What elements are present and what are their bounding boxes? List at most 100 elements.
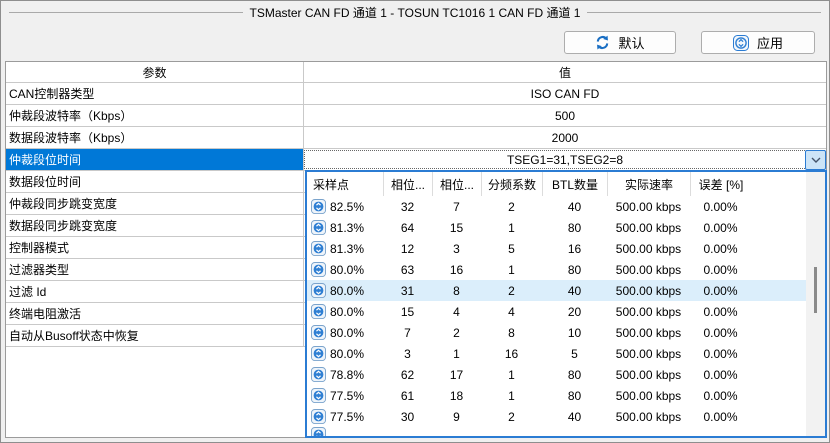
sample-point-value: 80.0% bbox=[330, 263, 364, 277]
apply-spinner-icon bbox=[733, 35, 749, 51]
param-value-cell[interactable]: TSEG1=31,TSEG2=8 bbox=[303, 149, 826, 170]
table-row[interactable]: CAN控制器类型 ISO CAN FD bbox=[6, 83, 826, 105]
apply-button-label: 应用 bbox=[757, 33, 783, 52]
phase2-cell: 17 bbox=[432, 368, 481, 382]
table-row[interactable]: 仲裁段波特率（Kbps） 500 bbox=[6, 105, 826, 127]
sample-point-value: 80.0% bbox=[330, 347, 364, 361]
btl-count-cell: 10 bbox=[542, 326, 607, 340]
dropdown-scrollbar-thumb[interactable] bbox=[814, 267, 817, 313]
chevron-down-icon bbox=[811, 157, 821, 163]
sample-point-cell: 80.0% bbox=[307, 262, 383, 277]
canfd-channel-settings-window: { "window": { "title": "TSMaster CAN FD … bbox=[0, 0, 830, 443]
param-name-cell[interactable]: 仲裁段波特率（Kbps） bbox=[6, 105, 303, 126]
param-name-cell[interactable]: CAN控制器类型 bbox=[6, 83, 303, 104]
param-name-cell[interactable]: 过滤器类型 bbox=[6, 259, 303, 280]
spinner-icon bbox=[311, 283, 326, 298]
dropdown-list-item[interactable]: 80.0% 15 4 4 20 500.00 kbps 0.00% bbox=[307, 301, 825, 322]
actual-rate-cell: 500.00 kbps bbox=[607, 284, 690, 298]
dropdown-column-header: 相位... bbox=[383, 172, 432, 196]
actual-rate-cell: 500.00 kbps bbox=[607, 410, 690, 424]
error-cell: 0.00% bbox=[690, 284, 751, 298]
phase1-cell: 61 bbox=[383, 389, 432, 403]
phase2-cell: 16 bbox=[432, 263, 481, 277]
dropdown-column-header: 分频系数 bbox=[481, 172, 542, 196]
table-row[interactable]: 仲裁段位时间 TSEG1=31,TSEG2=8 bbox=[6, 149, 826, 171]
dropdown-list-item[interactable]: 77.5% 61 18 1 80 500.00 kbps 0.00% bbox=[307, 385, 825, 406]
apply-button[interactable]: 应用 bbox=[701, 31, 815, 54]
phase2-cell: 3 bbox=[432, 242, 481, 256]
dropdown-list-item[interactable]: 78.8% 62 17 1 80 500.00 kbps 0.00% bbox=[307, 364, 825, 385]
param-value-text: 2000 bbox=[552, 131, 579, 145]
error-cell: 0.00% bbox=[690, 242, 751, 256]
phase1-cell: 32 bbox=[383, 200, 432, 214]
sample-point-value: 81.3% bbox=[330, 221, 364, 235]
actual-rate-cell: 500.00 kbps bbox=[607, 221, 690, 235]
param-name-cell[interactable]: 终端电阻激活 bbox=[6, 303, 303, 324]
prescaler-cell: 2 bbox=[481, 200, 542, 214]
spinner-icon bbox=[311, 304, 326, 319]
sample-point-value: 77.5% bbox=[330, 389, 364, 403]
param-name-cell[interactable]: 过滤 Id bbox=[6, 281, 303, 302]
sample-point-value: 81.3% bbox=[330, 242, 364, 256]
actual-rate-cell: 500.00 kbps bbox=[607, 347, 690, 361]
parameter-table-header: 参数 值 bbox=[6, 62, 826, 83]
param-value-cell[interactable]: ISO CAN FD bbox=[303, 83, 826, 104]
error-cell: 0.00% bbox=[690, 368, 751, 382]
phase2-cell: 2 bbox=[432, 326, 481, 340]
dropdown-list-item[interactable]: 80.0% 3 1 16 5 500.00 kbps 0.00% bbox=[307, 343, 825, 364]
dropdown-scrollbar[interactable] bbox=[806, 172, 825, 436]
sample-point-value: 77.5% bbox=[330, 410, 364, 424]
btl-count-cell: 80 bbox=[542, 368, 607, 382]
dropdown-header-row: 采样点 相位... 相位... 分频系数 BTL数量 实际速率 误差 [%] bbox=[307, 172, 825, 196]
combo-dropdown-button[interactable] bbox=[805, 150, 826, 170]
spinner-icon bbox=[311, 409, 326, 424]
spinner-icon bbox=[311, 220, 326, 235]
dropdown-column-header: BTL数量 bbox=[542, 172, 607, 196]
dropdown-list-item[interactable]: 77.5% 30 9 2 40 500.00 kbps 0.00% bbox=[307, 406, 825, 427]
prescaler-cell: 16 bbox=[481, 347, 542, 361]
param-name-cell[interactable]: 自动从Busoff状态中恢复 bbox=[6, 325, 303, 346]
phase1-cell: 31 bbox=[383, 284, 432, 298]
dropdown-list-item[interactable]: 80.0% 7 2 8 10 500.00 kbps 0.00% bbox=[307, 322, 825, 343]
btl-count-cell: 40 bbox=[542, 284, 607, 298]
sample-point-value: 78.8% bbox=[330, 368, 364, 382]
spinner-icon bbox=[311, 367, 326, 382]
param-value-cell[interactable]: 2000 bbox=[303, 127, 826, 148]
sample-point-value: 80.0% bbox=[330, 326, 364, 340]
title-rule-left bbox=[9, 12, 243, 13]
dropdown-list-item[interactable]: 82.5% 32 7 2 40 500.00 kbps 0.00% bbox=[307, 196, 825, 217]
param-name-cell[interactable]: 仲裁段同步跳变宽度 bbox=[6, 193, 303, 214]
spinner-icon bbox=[311, 388, 326, 403]
dropdown-column-header: 实际速率 bbox=[607, 172, 690, 196]
btl-count-cell: 80 bbox=[542, 221, 607, 235]
param-name-cell[interactable]: 数据段位时间 bbox=[6, 171, 303, 192]
param-value-text: ISO CAN FD bbox=[531, 87, 600, 101]
table-row[interactable]: 数据段波特率（Kbps） 2000 bbox=[6, 127, 826, 149]
btl-count-cell: 40 bbox=[542, 200, 607, 214]
btl-count-cell: 40 bbox=[542, 410, 607, 424]
param-name-cell[interactable]: 数据段波特率（Kbps） bbox=[6, 127, 303, 148]
title-rule-right bbox=[587, 12, 821, 13]
value-column-header: 值 bbox=[303, 62, 826, 82]
prescaler-cell: 4 bbox=[481, 305, 542, 319]
phase2-cell: 1 bbox=[432, 347, 481, 361]
param-name-cell[interactable]: 控制器模式 bbox=[6, 237, 303, 258]
error-cell: 0.00% bbox=[690, 389, 751, 403]
dropdown-row-partial[interactable] bbox=[307, 427, 825, 438]
dropdown-list-item[interactable]: 81.3% 12 3 5 16 500.00 kbps 0.00% bbox=[307, 238, 825, 259]
dropdown-list-item[interactable]: 81.3% 64 15 1 80 500.00 kbps 0.00% bbox=[307, 217, 825, 238]
param-value-cell[interactable]: 500 bbox=[303, 105, 826, 126]
dropdown-list-item[interactable]: 80.0% 31 8 2 40 500.00 kbps 0.00% bbox=[307, 280, 825, 301]
sample-point-value: 80.0% bbox=[330, 305, 364, 319]
default-button[interactable]: 默认 bbox=[564, 31, 676, 54]
param-value-text: 500 bbox=[555, 109, 575, 123]
phase1-cell: 3 bbox=[383, 347, 432, 361]
error-cell: 0.00% bbox=[690, 326, 751, 340]
actual-rate-cell: 500.00 kbps bbox=[607, 326, 690, 340]
param-name-cell[interactable]: 仲裁段位时间 bbox=[6, 149, 303, 170]
error-cell: 0.00% bbox=[690, 347, 751, 361]
sample-point-cell: 81.3% bbox=[307, 220, 383, 235]
param-name-cell[interactable]: 数据段同步跳变宽度 bbox=[6, 215, 303, 236]
dropdown-list-item[interactable]: 80.0% 63 16 1 80 500.00 kbps 0.00% bbox=[307, 259, 825, 280]
phase1-cell: 7 bbox=[383, 326, 432, 340]
